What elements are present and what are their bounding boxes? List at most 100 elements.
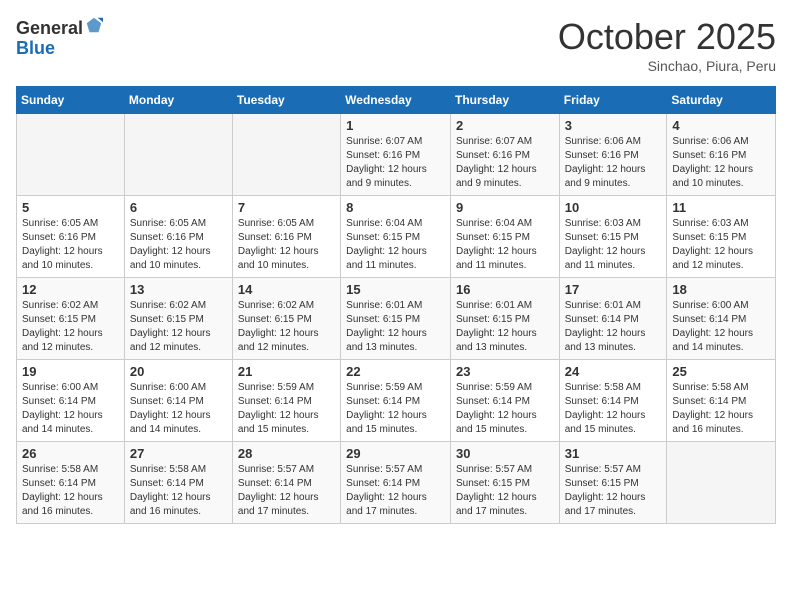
calendar-cell: 9 Sunrise: 6:04 AM Sunset: 6:15 PM Daylig… <box>450 196 559 278</box>
calendar-cell: 6Sunrise: 6:05 AM Sunset: 6:16 PM Daylig… <box>124 196 232 278</box>
calendar-cell: 5 Sunrise: 6:05 AM Sunset: 6:16 PM Daylig… <box>17 196 125 278</box>
day-info: Sunrise: 6:00 AM Sunset: 6:14 PM Dayligh… <box>130 381 227 437</box>
day-info: Sunrise: 6:05 AM Sunset: 6:16 PM Dayligh… <box>238 217 335 273</box>
calendar-week-row: 1 Sunrise: 6:07 AM Sunset: 6:16 PM Daylig… <box>17 114 776 196</box>
calendar-cell: 23 Sunrise: 5:59 AM Sunset: 6:14 PM Dayli… <box>450 360 559 442</box>
logo-blue: Blue <box>16 38 55 58</box>
day-number: 15 <box>346 282 445 297</box>
weekday-header: Tuesday <box>232 87 340 114</box>
calendar-cell: 18 Sunrise: 6:00 AM Sunset: 6:14 PM Dayli… <box>667 278 776 360</box>
calendar-cell: 26 Sunrise: 5:58 AM Sunset: 6:14 PM Dayli… <box>17 442 125 524</box>
calendar-cell: 24 Sunrise: 5:58 AM Sunset: 6:14 PM Dayli… <box>559 360 667 442</box>
day-number: 7 <box>238 200 335 215</box>
calendar-cell: 12 Sunrise: 6:02 AM Sunset: 6:15 PM Dayli… <box>17 278 125 360</box>
day-info: Sunrise: 6:02 AM Sunset: 6:15 PM Dayligh… <box>22 299 119 355</box>
calendar-cell: 19 Sunrise: 6:00 AM Sunset: 6:14 PM Dayli… <box>17 360 125 442</box>
day-info: Sunrise: 6:06 AM Sunset: 6:16 PM Dayligh… <box>672 135 770 191</box>
day-info: Sunrise: 6:02 AM Sunset: 6:15 PM Dayligh… <box>238 299 335 355</box>
day-info: Sunrise: 6:04 AM Sunset: 6:15 PM Dayligh… <box>456 217 554 273</box>
day-info: Sunrise: 6:01 AM Sunset: 6:14 PM Dayligh… <box>565 299 662 355</box>
calendar-cell: 4 Sunrise: 6:06 AM Sunset: 6:16 PM Daylig… <box>667 114 776 196</box>
weekday-header: Friday <box>559 87 667 114</box>
day-info: Sunrise: 6:07 AM Sunset: 6:16 PM Dayligh… <box>346 135 445 191</box>
day-info: Sunrise: 5:58 AM Sunset: 6:14 PM Dayligh… <box>672 381 770 437</box>
location-subtitle: Sinchao, Piura, Peru <box>558 58 776 74</box>
calendar-cell: 21 Sunrise: 5:59 AM Sunset: 6:14 PM Dayli… <box>232 360 340 442</box>
day-info: Sunrise: 5:59 AM Sunset: 6:14 PM Dayligh… <box>456 381 554 437</box>
calendar-cell: 11Sunrise: 6:03 AM Sunset: 6:15 PM Dayli… <box>667 196 776 278</box>
calendar-cell: 22Sunrise: 5:59 AM Sunset: 6:14 PM Dayli… <box>341 360 451 442</box>
calendar-cell: 31Sunrise: 5:57 AM Sunset: 6:15 PM Dayli… <box>559 442 667 524</box>
logo-icon <box>85 16 103 34</box>
day-number: 28 <box>238 446 335 461</box>
day-number: 26 <box>22 446 119 461</box>
calendar-cell: 16Sunrise: 6:01 AM Sunset: 6:15 PM Dayli… <box>450 278 559 360</box>
day-number: 30 <box>456 446 554 461</box>
calendar-cell <box>667 442 776 524</box>
day-info: Sunrise: 6:00 AM Sunset: 6:14 PM Dayligh… <box>672 299 770 355</box>
day-number: 29 <box>346 446 445 461</box>
day-number: 24 <box>565 364 662 379</box>
calendar-cell: 10Sunrise: 6:03 AM Sunset: 6:15 PM Dayli… <box>559 196 667 278</box>
day-number: 16 <box>456 282 554 297</box>
day-info: Sunrise: 6:06 AM Sunset: 6:16 PM Dayligh… <box>565 135 662 191</box>
day-number: 1 <box>346 118 445 133</box>
calendar-week-row: 12 Sunrise: 6:02 AM Sunset: 6:15 PM Dayli… <box>17 278 776 360</box>
day-number: 23 <box>456 364 554 379</box>
calendar-cell: 14 Sunrise: 6:02 AM Sunset: 6:15 PM Dayli… <box>232 278 340 360</box>
calendar-week-row: 26 Sunrise: 5:58 AM Sunset: 6:14 PM Dayli… <box>17 442 776 524</box>
day-info: Sunrise: 5:58 AM Sunset: 6:14 PM Dayligh… <box>130 463 227 519</box>
calendar-cell: 29 Sunrise: 5:57 AM Sunset: 6:14 PM Dayli… <box>341 442 451 524</box>
day-number: 5 <box>22 200 119 215</box>
day-number: 8 <box>346 200 445 215</box>
calendar-cell: 15 Sunrise: 6:01 AM Sunset: 6:15 PM Dayli… <box>341 278 451 360</box>
calendar-cell: 2Sunrise: 6:07 AM Sunset: 6:16 PM Daylig… <box>450 114 559 196</box>
day-info: Sunrise: 6:04 AM Sunset: 6:15 PM Dayligh… <box>346 217 445 273</box>
weekday-header: Sunday <box>17 87 125 114</box>
day-number: 27 <box>130 446 227 461</box>
calendar-cell: 25 Sunrise: 5:58 AM Sunset: 6:14 PM Dayli… <box>667 360 776 442</box>
calendar-cell: 13Sunrise: 6:02 AM Sunset: 6:15 PM Dayli… <box>124 278 232 360</box>
calendar-cell <box>232 114 340 196</box>
calendar-cell: 7 Sunrise: 6:05 AM Sunset: 6:16 PM Daylig… <box>232 196 340 278</box>
calendar-header-row: SundayMondayTuesdayWednesdayThursdayFrid… <box>17 87 776 114</box>
title-block: October 2025 Sinchao, Piura, Peru <box>558 16 776 74</box>
day-info: Sunrise: 6:01 AM Sunset: 6:15 PM Dayligh… <box>346 299 445 355</box>
day-number: 12 <box>22 282 119 297</box>
calendar-cell: 28 Sunrise: 5:57 AM Sunset: 6:14 PM Dayli… <box>232 442 340 524</box>
day-number: 18 <box>672 282 770 297</box>
day-number: 14 <box>238 282 335 297</box>
calendar-cell <box>17 114 125 196</box>
day-number: 11 <box>672 200 770 215</box>
day-info: Sunrise: 5:58 AM Sunset: 6:14 PM Dayligh… <box>565 381 662 437</box>
calendar-cell: 27 Sunrise: 5:58 AM Sunset: 6:14 PM Dayli… <box>124 442 232 524</box>
day-number: 4 <box>672 118 770 133</box>
day-number: 9 <box>456 200 554 215</box>
day-info: Sunrise: 5:57 AM Sunset: 6:14 PM Dayligh… <box>346 463 445 519</box>
day-info: Sunrise: 6:03 AM Sunset: 6:15 PM Dayligh… <box>565 217 662 273</box>
day-info: Sunrise: 6:00 AM Sunset: 6:14 PM Dayligh… <box>22 381 119 437</box>
calendar-cell: 20Sunrise: 6:00 AM Sunset: 6:14 PM Dayli… <box>124 360 232 442</box>
day-number: 22 <box>346 364 445 379</box>
day-number: 6 <box>130 200 227 215</box>
day-number: 19 <box>22 364 119 379</box>
calendar-cell <box>124 114 232 196</box>
day-info: Sunrise: 5:57 AM Sunset: 6:14 PM Dayligh… <box>238 463 335 519</box>
weekday-header: Thursday <box>450 87 559 114</box>
day-info: Sunrise: 6:07 AM Sunset: 6:16 PM Dayligh… <box>456 135 554 191</box>
day-info: Sunrise: 5:58 AM Sunset: 6:14 PM Dayligh… <box>22 463 119 519</box>
weekday-header: Wednesday <box>341 87 451 114</box>
calendar-week-row: 19 Sunrise: 6:00 AM Sunset: 6:14 PM Dayli… <box>17 360 776 442</box>
weekday-header: Monday <box>124 87 232 114</box>
day-number: 17 <box>565 282 662 297</box>
calendar-cell: 8 Sunrise: 6:04 AM Sunset: 6:15 PM Daylig… <box>341 196 451 278</box>
logo: General Blue <box>16 16 103 59</box>
calendar-cell: 3Sunrise: 6:06 AM Sunset: 6:16 PM Daylig… <box>559 114 667 196</box>
day-info: Sunrise: 5:59 AM Sunset: 6:14 PM Dayligh… <box>238 381 335 437</box>
page-header: General Blue October 2025 Sinchao, Piura… <box>16 16 776 74</box>
logo-general: General <box>16 18 83 38</box>
day-info: Sunrise: 6:05 AM Sunset: 6:16 PM Dayligh… <box>22 217 119 273</box>
day-number: 25 <box>672 364 770 379</box>
day-number: 21 <box>238 364 335 379</box>
day-info: Sunrise: 5:57 AM Sunset: 6:15 PM Dayligh… <box>456 463 554 519</box>
